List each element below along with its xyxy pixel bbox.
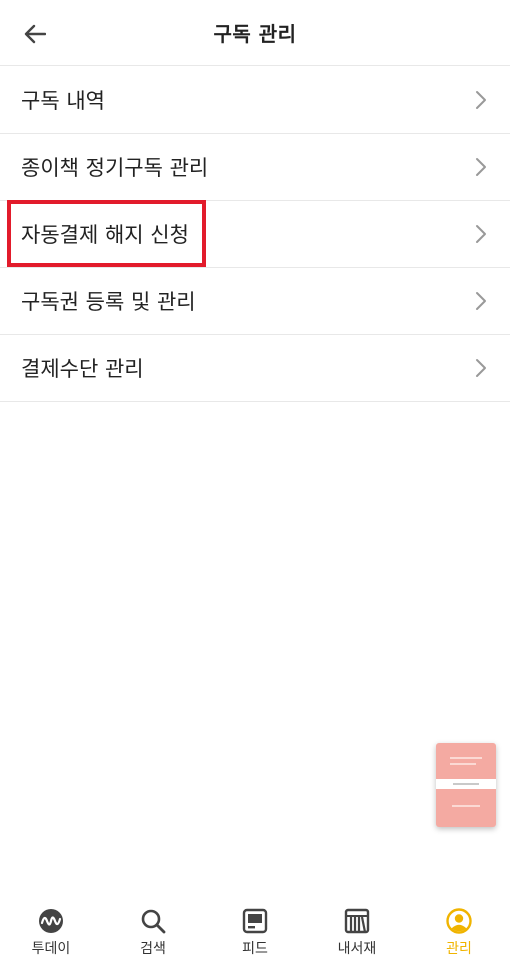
floating-book-thumbnail[interactable] — [436, 743, 496, 827]
book-cover-band-line — [453, 783, 479, 785]
menu-item-auto-payment-cancel[interactable]: 자동결제 해지 신청 — [0, 200, 510, 268]
tab-label: 검색 — [140, 941, 166, 957]
library-icon — [343, 907, 371, 935]
chevron-right-icon — [476, 91, 486, 109]
chevron-right-icon — [476, 158, 486, 176]
book-cover-line — [450, 757, 482, 759]
tab-label: 피드 — [242, 941, 268, 957]
menu-item-payment-method[interactable]: 결제수단 관리 — [0, 335, 510, 402]
menu-item-label: 종이책 정기구독 관리 — [21, 156, 209, 180]
chevron-right-icon — [476, 225, 486, 243]
chevron-right-icon — [476, 292, 486, 310]
page-title: 구독 관리 — [213, 22, 297, 46]
menu-item-paper-book-subscription[interactable]: 종이책 정기구독 관리 — [0, 134, 510, 201]
tab-today[interactable]: 투데이 — [0, 893, 102, 959]
tab-label: 관리 — [446, 941, 472, 957]
menu-item-label: 구독 내역 — [21, 89, 105, 113]
subscription-management-screen: 구독 관리 구독 내역 종이책 정기구독 관리 자동결제 해지 신청 구독권 등… — [0, 0, 510, 959]
tab-label: 내서재 — [337, 941, 377, 957]
arrow-left-icon — [24, 24, 46, 44]
menu-item-subscription-voucher[interactable]: 구독권 등록 및 관리 — [0, 268, 510, 335]
tab-manage[interactable]: 관리 — [408, 893, 510, 959]
tab-feed[interactable]: 피드 — [204, 893, 306, 959]
app-header: 구독 관리 — [0, 0, 510, 66]
chevron-right-icon — [476, 359, 486, 377]
menu-item-label: 결제수단 관리 — [21, 357, 144, 381]
book-cover-line — [450, 763, 476, 765]
search-icon — [139, 907, 167, 935]
menu-list: 구독 내역 종이책 정기구독 관리 자동결제 해지 신청 구독권 등록 및 관리 — [0, 67, 510, 402]
back-button[interactable] — [18, 17, 52, 51]
tab-search[interactable]: 검색 — [102, 893, 204, 959]
profile-icon — [445, 907, 473, 935]
today-wave-icon — [37, 907, 65, 935]
bottom-tab-bar: 투데이 검색 피드 내서재 관리 — [0, 893, 510, 959]
menu-item-subscription-history[interactable]: 구독 내역 — [0, 67, 510, 134]
menu-item-label: 자동결제 해지 신청 — [21, 223, 189, 247]
feed-icon — [241, 907, 269, 935]
menu-item-label: 구독권 등록 및 관리 — [21, 290, 196, 314]
tab-label: 투데이 — [31, 941, 71, 957]
tab-library[interactable]: 내서재 — [306, 893, 408, 959]
book-cover-line — [452, 805, 480, 807]
